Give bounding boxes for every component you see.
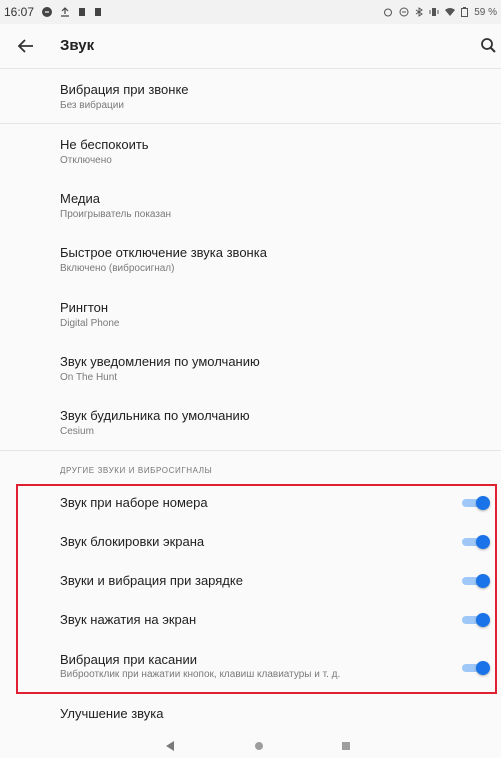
item-subtitle: Проигрыватель показан (60, 209, 172, 220)
status-bar-left: 16:07 (4, 5, 102, 19)
list-item-call-vibration[interactable]: Вибрация при звонке Без вибрации (60, 82, 480, 113)
home-circle-icon[interactable] (254, 741, 264, 751)
list-item-do-not-disturb[interactable]: Не беспокоить Отключено (60, 137, 480, 168)
dnd-icon (399, 7, 409, 17)
sim-icon (79, 8, 86, 16)
list-item-alarm-sound[interactable]: Звук будильника по умолчанию Cesium (60, 408, 480, 439)
divider (0, 123, 501, 124)
item-subtitle: Отключено (60, 155, 112, 166)
item-title: Не беспокоить (60, 137, 149, 152)
upload-icon (61, 7, 70, 17)
status-time: 16:07 (4, 5, 35, 19)
section-header: ДРУГИЕ ЗВУКИ И ВИБРОСИГНАЛЫ (60, 466, 213, 475)
navigation-bar (0, 734, 501, 758)
recents-square-icon[interactable] (341, 741, 351, 751)
list-item-notification-sound[interactable]: Звук уведомления по умолчанию On The Hun… (60, 354, 480, 385)
list-item-quick-mute[interactable]: Быстрое отключение звука звонка Включено… (60, 245, 480, 276)
back-triangle-icon[interactable] (165, 740, 175, 752)
item-subtitle: On The Hunt (60, 372, 118, 383)
vibrate-icon (429, 8, 439, 16)
item-subtitle: Без вибрации (60, 100, 124, 111)
item-title: Рингтон (60, 300, 109, 315)
highlight-box (16, 484, 497, 694)
item-title: Вибрация при звонке (60, 82, 189, 97)
item-subtitle: Cesium (60, 426, 94, 437)
notification-icon (42, 7, 53, 17)
search-icon[interactable] (477, 34, 499, 58)
list-item-media[interactable]: Медиа Проигрыватель показан (60, 191, 480, 222)
status-bar: 16:07 59 % (0, 0, 501, 24)
item-title: Медиа (60, 191, 100, 206)
item-subtitle: Digital Phone (60, 318, 120, 329)
list-item-sound-enhancement[interactable]: Улучшение звука (60, 706, 480, 722)
battery-percent: 59 % (474, 6, 497, 18)
divider (0, 450, 501, 451)
list-item-ringtone[interactable]: Рингтон Digital Phone (60, 300, 480, 331)
item-subtitle: Включено (вибросигнал) (60, 263, 175, 274)
status-bar-right: 59 % (383, 7, 497, 18)
alarm-icon (384, 8, 393, 17)
battery-icon (461, 7, 469, 17)
item-title: Звук уведомления по умолчанию (60, 354, 260, 369)
app-bar: Звук (0, 24, 501, 69)
bluetooth-icon (415, 7, 424, 17)
page-title: Звук (60, 37, 95, 54)
item-title: Быстрое отключение звука звонка (60, 245, 267, 260)
sim-icon (95, 8, 102, 16)
item-title: Звук будильника по умолчанию (60, 408, 250, 423)
arrow-left-icon[interactable] (14, 34, 38, 58)
item-title: Улучшение звука (60, 706, 164, 721)
wifi-icon (445, 8, 456, 16)
